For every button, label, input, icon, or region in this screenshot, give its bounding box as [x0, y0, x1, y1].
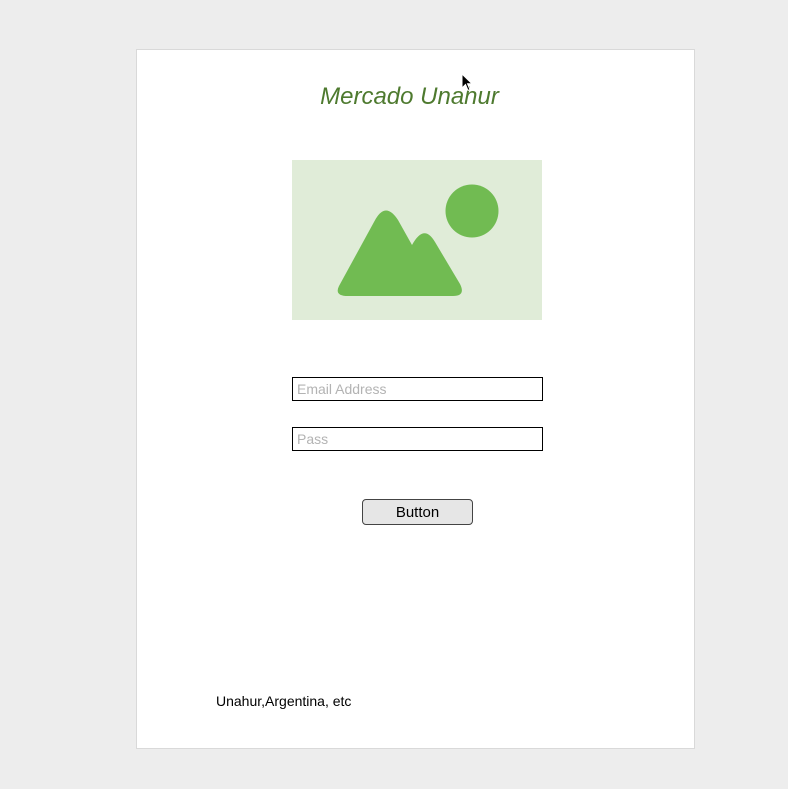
image-placeholder-icon	[337, 184, 499, 296]
mouse-cursor-icon	[461, 73, 473, 92]
submit-button[interactable]: Button	[362, 499, 473, 525]
image-placeholder	[292, 160, 542, 320]
page-title: Mercado Unahur	[320, 83, 499, 110]
password-field[interactable]	[292, 427, 543, 451]
mountains-shape	[337, 210, 462, 296]
email-field[interactable]	[292, 377, 543, 401]
footer-text: Unahur,Argentina, etc	[216, 693, 352, 709]
sun-shape	[445, 184, 499, 238]
mockup-frame: Mercado Unahur Button Unahur,Argentina, …	[136, 49, 695, 749]
workspace-canvas: Mercado Unahur Button Unahur,Argentina, …	[0, 0, 788, 789]
